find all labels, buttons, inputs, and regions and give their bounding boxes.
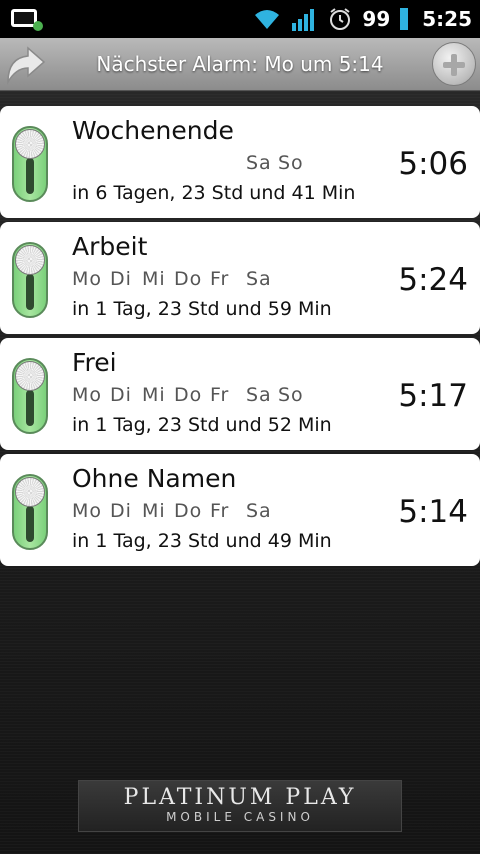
signal-icon xyxy=(292,9,315,31)
alarm-toggle[interactable] xyxy=(12,242,48,318)
ad-subtitle: MOBILE CASINO xyxy=(166,810,314,824)
day-sa: Sa xyxy=(246,268,272,290)
day-fr: Fr xyxy=(210,500,230,522)
alarm-item[interactable]: Frei Mo Di Mi Do Fr Sa So in 1 Tag, 23 S… xyxy=(0,338,480,450)
alarm-name: Frei xyxy=(72,348,117,377)
header-bar: Nächster Alarm: Mo um 5:14 xyxy=(0,38,480,91)
alarm-name: Ohne Namen xyxy=(72,464,237,493)
day-so: So xyxy=(278,152,304,174)
alarm-remaining: in 1 Tag, 23 Std und 59 Min xyxy=(72,298,332,320)
alarm-name: Wochenende xyxy=(72,116,234,145)
status-bar: 99 5:25 xyxy=(0,0,480,38)
battery-level: 99 xyxy=(362,7,391,31)
alarm-time: 5:14 xyxy=(398,494,468,530)
alarm-remaining: in 1 Tag, 23 Std und 52 Min xyxy=(72,414,332,436)
day-do: Do xyxy=(174,500,203,522)
alarm-name: Arbeit xyxy=(72,232,148,261)
battery-icon xyxy=(400,8,409,30)
alarm-toggle[interactable] xyxy=(12,126,48,202)
day-mo: Mo xyxy=(72,268,103,290)
add-alarm-button[interactable] xyxy=(432,42,476,86)
alarm-time: 5:06 xyxy=(398,146,468,182)
alarm-days: Sa So xyxy=(72,152,352,176)
day-fr: Fr xyxy=(210,384,230,406)
alarm-time: 5:24 xyxy=(398,262,468,298)
ad-title: PLATINUM PLAY xyxy=(123,785,357,810)
status-time: 5:25 xyxy=(422,7,472,31)
wifi-icon xyxy=(255,10,280,29)
day-mi: Mi xyxy=(142,500,166,522)
alarm-remaining: in 6 Tagen, 23 Std und 41 Min xyxy=(72,182,356,204)
alarm-days: Mo Di Mi Do Fr Sa xyxy=(72,268,352,292)
day-di: Di xyxy=(110,500,132,522)
alarm-days: Mo Di Mi Do Fr Sa So xyxy=(72,384,352,408)
alarm-toggle[interactable] xyxy=(12,358,48,434)
alarm-item[interactable]: Ohne Namen Mo Di Mi Do Fr Sa in 1 Tag, 2… xyxy=(0,454,480,566)
alarm-remaining: in 1 Tag, 23 Std und 49 Min xyxy=(72,530,332,552)
day-do: Do xyxy=(174,384,203,406)
ad-banner[interactable]: PLATINUM PLAY MOBILE CASINO xyxy=(78,780,402,832)
next-alarm-title: Nächster Alarm: Mo um 5:14 xyxy=(96,52,384,76)
day-sa: Sa xyxy=(246,384,272,406)
day-mi: Mi xyxy=(142,268,166,290)
day-mo: Mo xyxy=(72,500,103,522)
alarm-time: 5:17 xyxy=(398,378,468,414)
day-di: Di xyxy=(110,384,132,406)
day-mi: Mi xyxy=(142,384,166,406)
alarm-days: Mo Di Mi Do Fr Sa xyxy=(72,500,352,524)
day-mo: Mo xyxy=(72,384,103,406)
day-sa: Sa xyxy=(246,500,272,522)
status-indicators: 99 5:25 xyxy=(252,0,472,38)
alarm-toggle[interactable] xyxy=(12,474,48,550)
alarm-list: Wochenende Sa So in 6 Tagen, 23 Std und … xyxy=(0,106,480,570)
day-sa: Sa xyxy=(246,152,272,174)
app-notification-icon xyxy=(11,9,43,31)
day-fr: Fr xyxy=(210,268,230,290)
alarm-item[interactable]: Wochenende Sa So in 6 Tagen, 23 Std und … xyxy=(0,106,480,218)
day-do: Do xyxy=(174,268,203,290)
day-so: So xyxy=(278,384,304,406)
alarm-clock-icon xyxy=(330,8,351,30)
day-di: Di xyxy=(110,268,132,290)
alarm-item[interactable]: Arbeit Mo Di Mi Do Fr Sa in 1 Tag, 23 St… xyxy=(0,222,480,334)
